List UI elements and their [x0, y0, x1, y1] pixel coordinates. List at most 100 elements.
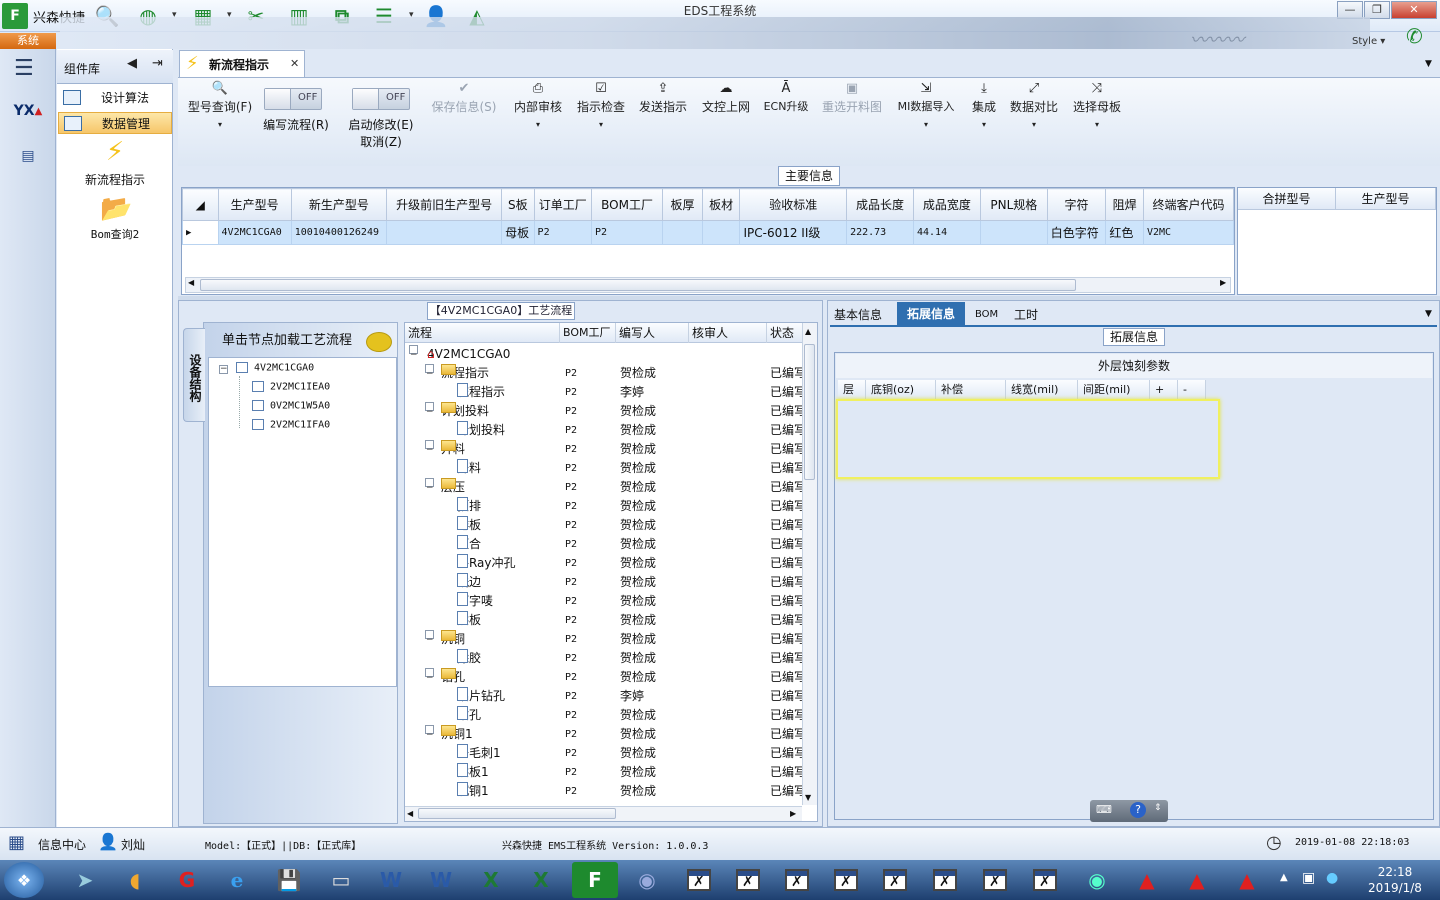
- flow-row[interactable]: 预排 P2 贺检成 已编写: [405, 497, 802, 516]
- column-header[interactable]: 成品宽度: [912, 188, 981, 221]
- close-button[interactable]: ✕: [1391, 1, 1437, 19]
- column-header[interactable]: PNL规格: [979, 188, 1048, 221]
- checkbox[interactable]: [252, 400, 264, 411]
- collapse-icon[interactable]: −: [425, 440, 434, 455]
- yx-factory-icon[interactable]: YX ▲: [8, 93, 48, 129]
- tree-node[interactable]: 4V2MC1CGA0: [236, 362, 314, 374]
- taskbar-cad-icon[interactable]: ▲: [1124, 862, 1170, 898]
- style-menu[interactable]: Style ▾: [1352, 36, 1385, 47]
- doc-control-online-button[interactable]: ☁ 文控上网: [697, 80, 755, 116]
- help-icon[interactable]: ?: [1130, 802, 1146, 818]
- flow-row[interactable]: − 流程指示 P2 贺检成 已编写: [405, 364, 802, 383]
- table-cell[interactable]: 44.14: [912, 220, 981, 245]
- scrollbar-thumb[interactable]: [804, 344, 815, 480]
- table-cell[interactable]: P2: [533, 220, 593, 245]
- pin-icon[interactable]: ⇥: [152, 56, 163, 71]
- info-center-link[interactable]: 信息中心: [38, 836, 86, 853]
- flow-row[interactable]: 烘板 P2 贺检成 已编写: [405, 611, 802, 630]
- tree-node[interactable]: 2V2MC1IFA0: [252, 419, 330, 431]
- tray-expand-icon[interactable]: ▲: [1280, 872, 1288, 883]
- flow-row[interactable]: −开料 P2 贺检成 已编写: [405, 440, 802, 459]
- tab-work-hours[interactable]: 工时: [1014, 305, 1038, 325]
- flow-row[interactable]: −钻孔 P2 贺检成 已编写: [405, 668, 802, 687]
- taskbar-shell-icon[interactable]: ◖: [112, 862, 158, 898]
- component-item-design-algorithm[interactable]: 设计算法: [58, 87, 172, 109]
- internal-review-button[interactable]: ⎙ 内部审核 ▾: [508, 80, 568, 134]
- collapse-icon[interactable]: −: [219, 365, 228, 374]
- taskbar-word-icon[interactable]: W: [368, 862, 414, 898]
- collapse-icon[interactable]: −: [409, 345, 418, 360]
- flow-row[interactable]: 去毛刺1 P2 贺检成 已编写: [405, 744, 802, 763]
- table-cell[interactable]: [386, 220, 503, 245]
- enable-edit-switch[interactable]: OFF: [352, 88, 410, 110]
- taskbar-window-icon[interactable]: ✗: [676, 862, 722, 898]
- taskbar-fish-icon[interactable]: ◉: [624, 862, 670, 898]
- flow-row[interactable]: 铝片钻孔 P2 李婷 已编写: [405, 687, 802, 706]
- flow-row[interactable]: 铣边 P2 贺检成 已编写: [405, 573, 802, 592]
- column-header[interactable]: 板厚: [662, 188, 703, 221]
- ecn-upgrade-button[interactable]: Ā ECN升级: [760, 80, 812, 116]
- column-header[interactable]: 板材: [701, 188, 741, 221]
- chevron-down-icon[interactable]: ▾: [1068, 116, 1126, 134]
- write-flow-switch[interactable]: OFF: [264, 88, 322, 110]
- chevron-down-icon[interactable]: ▼: [1425, 59, 1432, 69]
- taskbar-fish-icon[interactable]: ◉: [1074, 862, 1120, 898]
- scrollbar-thumb[interactable]: [200, 279, 1076, 291]
- tree-node[interactable]: 0V2MC1W5A0: [252, 400, 330, 412]
- flow-row[interactable]: X-Ray冲孔 P2 贺检成 已编写: [405, 554, 802, 573]
- collapse-arrow-icon[interactable]: ◀: [127, 56, 137, 71]
- chevron-down-icon[interactable]: ▾: [1006, 116, 1062, 134]
- flow-row[interactable]: 计划投料 P2 贺检成 已编写: [405, 421, 802, 440]
- floating-nav-bar[interactable]: ⌨ ? ⇕: [1090, 800, 1168, 822]
- table-cell[interactable]: V2MC: [1142, 220, 1235, 245]
- flow-row[interactable]: −层压 P2 贺检成 已编写: [405, 478, 802, 497]
- taskbar-excel-icon[interactable]: X: [468, 862, 514, 898]
- table-cell[interactable]: P2: [591, 220, 664, 245]
- flow-row[interactable]: − 计划投料 P2 贺检成 已编写: [405, 402, 802, 421]
- taskbar-cad-icon[interactable]: ▲: [1224, 862, 1270, 898]
- windows-grid-icon[interactable]: ▦: [8, 832, 25, 853]
- column-header[interactable]: 升级前旧生产型号: [386, 188, 503, 221]
- tab-basic-info[interactable]: 基本信息: [834, 305, 882, 325]
- taskbar-word-icon[interactable]: W: [418, 862, 464, 898]
- chevron-down-icon[interactable]: ▾: [892, 116, 960, 134]
- chevron-down-icon[interactable]: ▼: [1425, 309, 1432, 319]
- tray-app-icon[interactable]: ●: [1326, 870, 1338, 886]
- collapse-icon[interactable]: −: [425, 630, 434, 645]
- column-header[interactable]: 生产型号: [217, 188, 292, 221]
- add-row-button[interactable]: +: [1150, 380, 1178, 400]
- reselect-cut-chart-button[interactable]: ▣ 重选开料图: [817, 80, 887, 116]
- lightning-icon[interactable]: ⚡: [100, 137, 130, 169]
- column-header[interactable]: 阻焊: [1105, 188, 1144, 221]
- taskbar-cad-icon[interactable]: ▲: [1174, 862, 1220, 898]
- folder-open-icon[interactable]: 📂: [100, 194, 132, 226]
- flow-row[interactable]: 流程指示 P2 李婷 已编写: [405, 383, 802, 402]
- flow-row[interactable]: 钻孔 P2 贺检成 已编写: [405, 706, 802, 725]
- taskbar-ie-icon[interactable]: e: [214, 862, 260, 898]
- taskbar-window-icon[interactable]: ✗: [872, 862, 918, 898]
- tree-node[interactable]: 2V2MC1IEA0: [252, 381, 330, 393]
- taskbar-save-icon[interactable]: 💾: [266, 862, 312, 898]
- table-cell[interactable]: 白色字符: [1046, 220, 1107, 245]
- taskbar-window-icon[interactable]: ✗: [972, 862, 1018, 898]
- taskbar-window-icon[interactable]: ✗: [922, 862, 968, 898]
- flow-row[interactable]: 沉铜1 P2 贺检成 已编写: [405, 782, 802, 801]
- taskbar-eds-icon[interactable]: F: [572, 862, 618, 898]
- start-button[interactable]: ❖: [4, 862, 44, 898]
- tray-network-icon[interactable]: ▣: [1302, 870, 1315, 886]
- scrollbar-thumb[interactable]: [418, 808, 616, 819]
- flow-row[interactable]: − 沉铜1 P2 贺检成 已编写: [405, 725, 802, 744]
- column-header[interactable]: 终端客户代码: [1142, 188, 1235, 221]
- data-compare-button[interactable]: ⤢ 数据对比 ▾: [1006, 80, 1062, 134]
- chevron-down-icon[interactable]: ▾: [184, 116, 256, 134]
- collapse-icon[interactable]: −: [425, 364, 434, 379]
- column-header[interactable]: 新生产型号: [290, 188, 388, 221]
- mi-import-button[interactable]: ⇲ MI数据导入 ▾: [892, 80, 960, 134]
- chevron-down-icon[interactable]: ▾: [508, 116, 568, 134]
- flow-row[interactable]: − ⌂ 4V2MC1CGA0: [405, 345, 802, 364]
- checkbox[interactable]: [236, 362, 248, 373]
- table-row[interactable]: ▶ 4V2MC1CGA0 10010400126249 母板 P2 P2 IPC-6012 …: [182, 220, 1235, 245]
- collapse-icon[interactable]: −: [425, 402, 434, 417]
- taskbar-window-icon[interactable]: ✗: [823, 862, 869, 898]
- flow-row[interactable]: 除胶 P2 贺检成 已编写: [405, 649, 802, 668]
